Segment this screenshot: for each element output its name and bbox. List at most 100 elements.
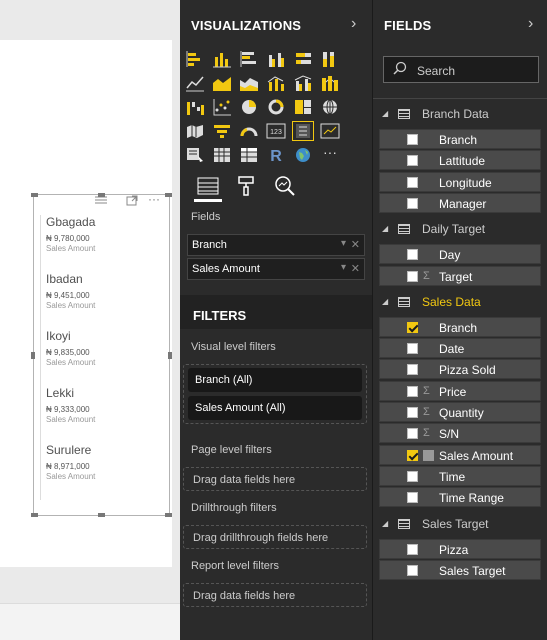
field-checkbox[interactable] [407, 385, 418, 397]
matrix-icon[interactable] [239, 146, 259, 164]
more-options-icon[interactable]: ··· [148, 193, 160, 205]
focus-mode-icon[interactable] [126, 195, 138, 209]
filled-map-icon[interactable] [185, 122, 205, 140]
ribbon-chart-icon[interactable] [320, 74, 340, 92]
line-chart-icon[interactable] [185, 74, 205, 92]
area-chart-icon[interactable] [212, 74, 232, 92]
collapse-visualizations-chevron-icon[interactable]: › [351, 15, 356, 33]
field-row[interactable]: Σ S/N [379, 423, 541, 444]
slicer-icon[interactable] [185, 146, 205, 164]
expand-arrow-icon[interactable]: ◢ [382, 519, 388, 528]
field-table-header[interactable]: ◢ Daily Target [373, 219, 547, 239]
field-checkbox[interactable] [407, 343, 418, 355]
field-row[interactable]: Time [379, 465, 541, 486]
funnel-chart-icon[interactable] [212, 122, 232, 140]
table-icon[interactable] [212, 146, 232, 164]
resize-handle[interactable] [98, 513, 105, 517]
field-checkbox[interactable] [407, 176, 418, 188]
waterfall-chart-icon[interactable] [185, 98, 205, 116]
field-table-header[interactable]: ◢ Sales Target [373, 514, 547, 534]
filter-card-branch[interactable]: Branch (All) [188, 368, 362, 392]
field-row[interactable]: Branch [379, 129, 541, 149]
field-row[interactable]: Σ Price [379, 380, 541, 401]
treemap-icon[interactable] [293, 98, 313, 116]
card-icon[interactable]: 123 [266, 122, 286, 140]
100-percent-column-chart-icon[interactable] [320, 50, 340, 68]
multi-row-card-icon[interactable] [292, 121, 314, 141]
field-checkbox[interactable] [407, 543, 418, 555]
field-checkbox[interactable] [407, 492, 418, 504]
field-well-sales-amount[interactable]: Sales Amount ▾ ✕ [187, 258, 365, 280]
card-row[interactable]: Lekki ₦ 9,333,000 Sales Amount [40, 386, 166, 443]
clustered-bar-chart-icon[interactable] [239, 50, 259, 68]
field-checkbox[interactable] [407, 249, 418, 261]
resize-handle[interactable] [168, 352, 172, 359]
field-checkbox[interactable] [407, 270, 418, 282]
100-percent-bar-chart-icon[interactable] [293, 50, 313, 68]
expand-arrow-icon[interactable]: ◢ [382, 297, 388, 306]
field-checkbox[interactable] [407, 428, 418, 440]
field-well-branch[interactable]: Branch ▾ ✕ [187, 234, 365, 256]
card-row[interactable]: Ikoyi ₦ 9,835,000 Sales Amount [40, 329, 166, 386]
stacked-column-chart-icon[interactable] [212, 50, 232, 68]
field-row[interactable]: Σ Quantity [379, 402, 541, 422]
arcgis-map-icon[interactable] [293, 146, 313, 164]
collapse-fields-chevron-icon[interactable]: › [528, 15, 533, 33]
field-checkbox[interactable] [407, 407, 418, 418]
analytics-tab-icon[interactable] [272, 174, 298, 198]
card-row[interactable]: Ibadan ₦ 9,451,000 Sales Amount [40, 272, 166, 329]
resize-handle[interactable] [165, 513, 172, 517]
fields-tab-icon[interactable] [195, 174, 221, 198]
field-checkbox[interactable] [407, 155, 418, 167]
field-row[interactable]: Date [379, 338, 541, 359]
chevron-down-icon[interactable]: ▾ [341, 262, 346, 273]
card-row[interactable]: Surulere ₦ 8,971,000 Sales Amount [40, 443, 166, 500]
r-script-visual-icon[interactable]: R [266, 146, 286, 164]
pie-chart-icon[interactable] [239, 98, 259, 116]
more-visuals-icon[interactable]: ··· [323, 144, 343, 162]
field-row[interactable]: Time Range [379, 487, 541, 508]
gauge-icon[interactable] [239, 122, 259, 140]
resize-handle[interactable] [31, 193, 38, 197]
remove-field-icon[interactable]: ✕ [351, 262, 360, 275]
page-filters-drop-zone[interactable]: Drag data fields here [183, 467, 367, 491]
card-row[interactable]: Gbagada ₦ 9,780,000 Sales Amount [40, 215, 166, 272]
report-filters-drop-zone[interactable]: Drag data fields here [183, 583, 367, 607]
field-table-header[interactable]: ◢ Branch Data [373, 104, 547, 124]
field-row[interactable]: Day [379, 244, 541, 265]
format-tab-icon[interactable] [233, 174, 259, 198]
chevron-down-icon[interactable]: ▾ [341, 238, 346, 249]
stacked-bar-chart-icon[interactable] [185, 50, 205, 68]
field-checkbox[interactable] [407, 197, 418, 209]
filter-card-sales-amount[interactable]: Sales Amount (All) [188, 396, 362, 420]
stacked-area-chart-icon[interactable] [239, 74, 259, 92]
resize-handle[interactable] [31, 352, 35, 359]
expand-arrow-icon[interactable]: ◢ [382, 224, 388, 233]
fields-search-input[interactable]: Search [383, 56, 539, 83]
multi-row-card-visual[interactable]: ··· Gbagada ₦ 9,780,000 Sales Amount Ibadan… [31, 193, 172, 517]
field-checkbox[interactable] [407, 134, 418, 145]
remove-field-icon[interactable]: ✕ [351, 238, 360, 251]
field-checkbox[interactable] [407, 364, 418, 376]
field-checkbox[interactable] [407, 564, 418, 576]
field-row[interactable]: Lattitude [379, 150, 541, 171]
field-checkbox[interactable] [407, 321, 418, 333]
resize-handle[interactable] [98, 193, 105, 197]
field-row[interactable]: Σ Target [379, 265, 541, 286]
field-checkbox[interactable] [407, 470, 418, 482]
field-checkbox[interactable] [407, 449, 418, 461]
scatter-chart-icon[interactable] [212, 98, 232, 116]
field-row[interactable]: Sales Amount [379, 444, 541, 465]
field-row[interactable]: Manager [379, 192, 541, 213]
kpi-icon[interactable] [320, 122, 340, 140]
resize-handle[interactable] [165, 193, 172, 197]
field-table-header[interactable]: ◢ Sales Data [373, 292, 547, 312]
clustered-column-chart-icon[interactable] [266, 50, 286, 68]
map-icon[interactable] [320, 98, 340, 116]
donut-chart-icon[interactable] [266, 98, 286, 116]
expand-arrow-icon[interactable]: ◢ [382, 109, 388, 118]
line-and-clustered-column-icon[interactable] [293, 74, 313, 92]
field-row[interactable]: Sales Target [379, 559, 541, 580]
line-and-stacked-column-icon[interactable] [266, 74, 286, 92]
field-row[interactable]: Pizza [379, 538, 541, 559]
